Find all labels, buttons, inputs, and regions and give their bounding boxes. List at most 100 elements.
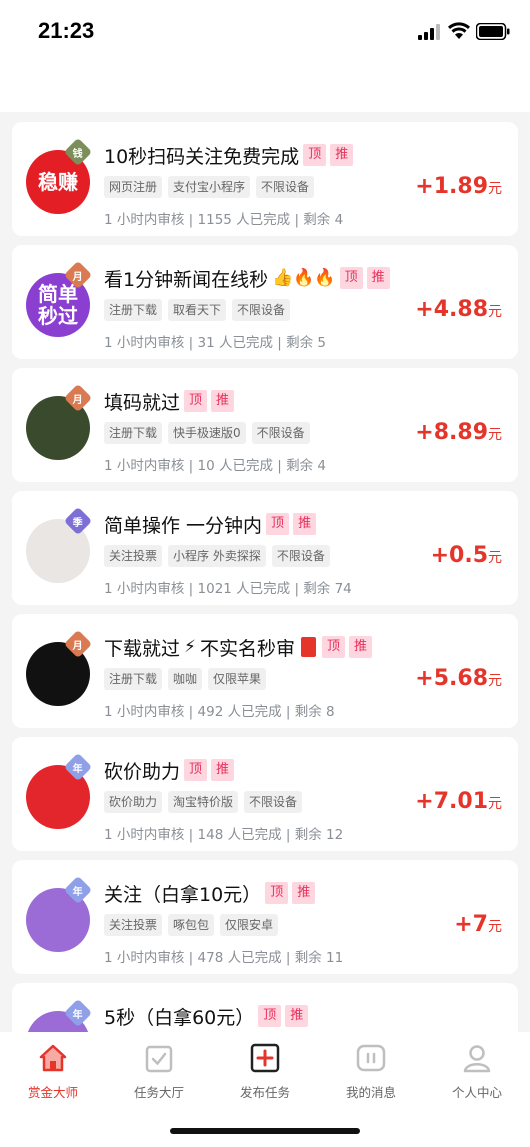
task-tag: 关注投票 <box>104 545 163 567</box>
task-tag: 支付宝小程序 <box>168 176 251 198</box>
membership-badge-label: 月 <box>73 271 83 283</box>
task-tag: 咖咖 <box>168 668 203 690</box>
profile-icon <box>463 1045 491 1073</box>
task-reward: +0.5元 <box>431 543 502 568</box>
task-title-row: 砍价助力顶推 <box>104 757 235 783</box>
task-tag: 注册下载 <box>104 422 163 444</box>
task-tag: 砍价助力 <box>104 791 163 813</box>
reward-amount: +0.5 <box>430 543 488 568</box>
reward-unit: 元 <box>488 427 502 443</box>
home-icon <box>39 1044 67 1072</box>
tag-row: 注册下载 快手极速版0 不限设备 <box>104 422 310 444</box>
task-title-suffix: 不实名秒审 <box>199 637 295 660</box>
status-time: 21:23 <box>38 18 95 43</box>
tag-row: 网页注册 支付宝小程序 不限设备 <box>104 176 315 198</box>
tab-label: 我的消息 <box>345 1085 396 1100</box>
task-reward: +8.89元 <box>415 420 502 445</box>
membership-badge-label: 年 <box>73 763 83 775</box>
pinned-badge: 顶 <box>303 144 327 166</box>
task-title: 关注（白拿10元） <box>104 883 262 906</box>
task-title: 10秒扫码关注免费完成 <box>104 145 300 168</box>
membership-badge-label: 钱 <box>73 148 83 160</box>
pinned-badge: 顶 <box>266 513 290 535</box>
task-card[interactable]: 季 简单操作 一分钟内顶推关注投票 小程序 外卖探探 不限设备 1 小时内审核 | 10… <box>12 491 518 605</box>
reward-amount: +4.88 <box>415 297 488 322</box>
task-tag: 不限设备 <box>271 545 330 567</box>
task-tag: 注册下载 <box>104 668 163 690</box>
task-card[interactable]: 年 5秒（白拿60元）顶推 <box>12 983 518 1032</box>
task-meta: 1 小时内审核 | 492 人已完成 | 剩余 8 <box>104 704 335 720</box>
task-card[interactable]: 月 填码就过顶推注册下载 快手极速版0 不限设备 1 小时内审核 | 10 人已完成 |… <box>12 368 518 482</box>
cellular-signal-icon <box>418 24 440 40</box>
task-meta: 1 小时内审核 | 478 人已完成 | 剩余 11 <box>104 950 344 966</box>
tab-publish-task[interactable]: 发布任务 <box>212 1042 318 1102</box>
tab-my-messages[interactable]: 我的消息 <box>318 1042 424 1102</box>
pinned-badge: 顶 <box>184 759 208 781</box>
task-title: 简单操作 一分钟内 <box>104 514 263 537</box>
task-meta: 1 小时内审核 | 31 人已完成 | 剩余 5 <box>104 335 326 351</box>
recommended-badge: 推 <box>292 882 316 904</box>
reward-unit: 元 <box>488 796 502 812</box>
task-card[interactable]: 稳赚钱 10秒扫码关注免费完成顶推网页注册 支付宝小程序 不限设备 1 小时内审核 | … <box>12 122 518 236</box>
task-tag: 不限设备 <box>232 299 291 321</box>
message-icon <box>356 1044 386 1072</box>
task-meta: 1 小时内审核 | 1021 人已完成 | 剩余 74 <box>104 581 352 597</box>
task-reward: +7.01元 <box>415 789 502 814</box>
reward-amount: +5.68 <box>415 666 488 691</box>
task-tag: 仅限苹果 <box>208 668 267 690</box>
task-title: 填码就过 <box>104 391 181 414</box>
task-meta: 1 小时内审核 | 1155 人已完成 | 剩余 4 <box>104 212 344 228</box>
task-title-row: 关注（白拿10元）顶推 <box>104 880 316 906</box>
task-tag: 关注投票 <box>104 914 163 936</box>
task-tag: 取看天下 <box>168 299 227 321</box>
recommended-badge: 推 <box>348 636 372 658</box>
publish-icon <box>250 1043 280 1073</box>
membership-badge-label: 月 <box>73 640 83 652</box>
tag-row: 注册下载 取看天下 不限设备 <box>104 299 291 321</box>
reward-unit: 元 <box>488 919 502 935</box>
tag-row: 注册下载 咖咖 仅限苹果 <box>104 668 267 690</box>
task-reward: +4.88元 <box>415 297 502 322</box>
task-tag: 淘宝特价版 <box>168 791 239 813</box>
tab-task-hall[interactable]: 任务大厅 <box>106 1042 212 1102</box>
recommended-badge: 推 <box>211 759 235 781</box>
task-hall-icon <box>145 1045 173 1073</box>
task-tag: 仅限安卓 <box>220 914 279 936</box>
task-card[interactable]: 月 下载就过 ⚡ 不实名秒审 顶推注册下载 咖咖 仅限苹果 1 小时内审核 | 492 人已完… <box>12 614 518 728</box>
reward-amount: +7.01 <box>415 789 488 814</box>
status-bar: 21:23 <box>0 0 530 112</box>
task-list[interactable]: 稳赚钱 10秒扫码关注免费完成顶推网页注册 支付宝小程序 不限设备 1 小时内审核 | … <box>0 112 530 1032</box>
recommended-badge: 推 <box>285 1005 309 1027</box>
task-tag: 快手极速版0 <box>168 422 246 444</box>
task-card[interactable]: 简单 秒过月看1分钟新闻在线秒 👍🔥🔥 顶推注册下载 取看天下 不限设备 1 小时内审核 … <box>12 245 518 359</box>
task-title: 下载就过 <box>104 637 181 660</box>
tab-bounty-master[interactable]: 赏金大师 <box>0 1042 106 1102</box>
pinned-badge: 顶 <box>339 267 363 289</box>
task-tag: 小程序 外卖探探 <box>168 545 266 567</box>
reward-amount: +7 <box>454 912 488 937</box>
tab-label: 个人中心 <box>451 1085 502 1100</box>
membership-badge-label: 年 <box>73 1009 83 1021</box>
pinned-badge: 顶 <box>321 636 345 658</box>
reward-amount: +8.89 <box>415 420 488 445</box>
task-reward: +1.89元 <box>415 174 502 199</box>
pinned-badge: 顶 <box>258 1005 282 1027</box>
task-reward: +7元 <box>454 912 502 937</box>
recommended-badge: 推 <box>293 513 317 535</box>
tab-profile[interactable]: 个人中心 <box>424 1042 530 1102</box>
tab-label: 任务大厅 <box>133 1085 184 1100</box>
recommended-badge: 推 <box>366 267 390 289</box>
tag-row: 砍价助力 淘宝特价版 不限设备 <box>104 791 303 813</box>
recommended-badge: 推 <box>330 144 354 166</box>
task-tag: 不限设备 <box>251 422 310 444</box>
task-card[interactable]: 年砍价助力顶推砍价助力 淘宝特价版 不限设备 1 小时内审核 | 148 人已完成 |… <box>12 737 518 851</box>
task-title-row: 5秒（白拿60元）顶推 <box>104 1003 309 1029</box>
task-card[interactable]: 年 关注（白拿10元）顶推关注投票 啄包包 仅限安卓 1 小时内审核 | 478 人已完… <box>12 860 518 974</box>
tab-label: 赏金大师 <box>27 1085 78 1100</box>
pinned-badge: 顶 <box>184 390 208 412</box>
task-title: 砍价助力 <box>104 760 181 783</box>
membership-badge-label: 季 <box>73 517 83 529</box>
task-tag: 网页注册 <box>104 176 163 198</box>
task-meta: 1 小时内审核 | 10 人已完成 | 剩余 4 <box>104 458 326 474</box>
membership-badge-label: 年 <box>73 886 83 898</box>
